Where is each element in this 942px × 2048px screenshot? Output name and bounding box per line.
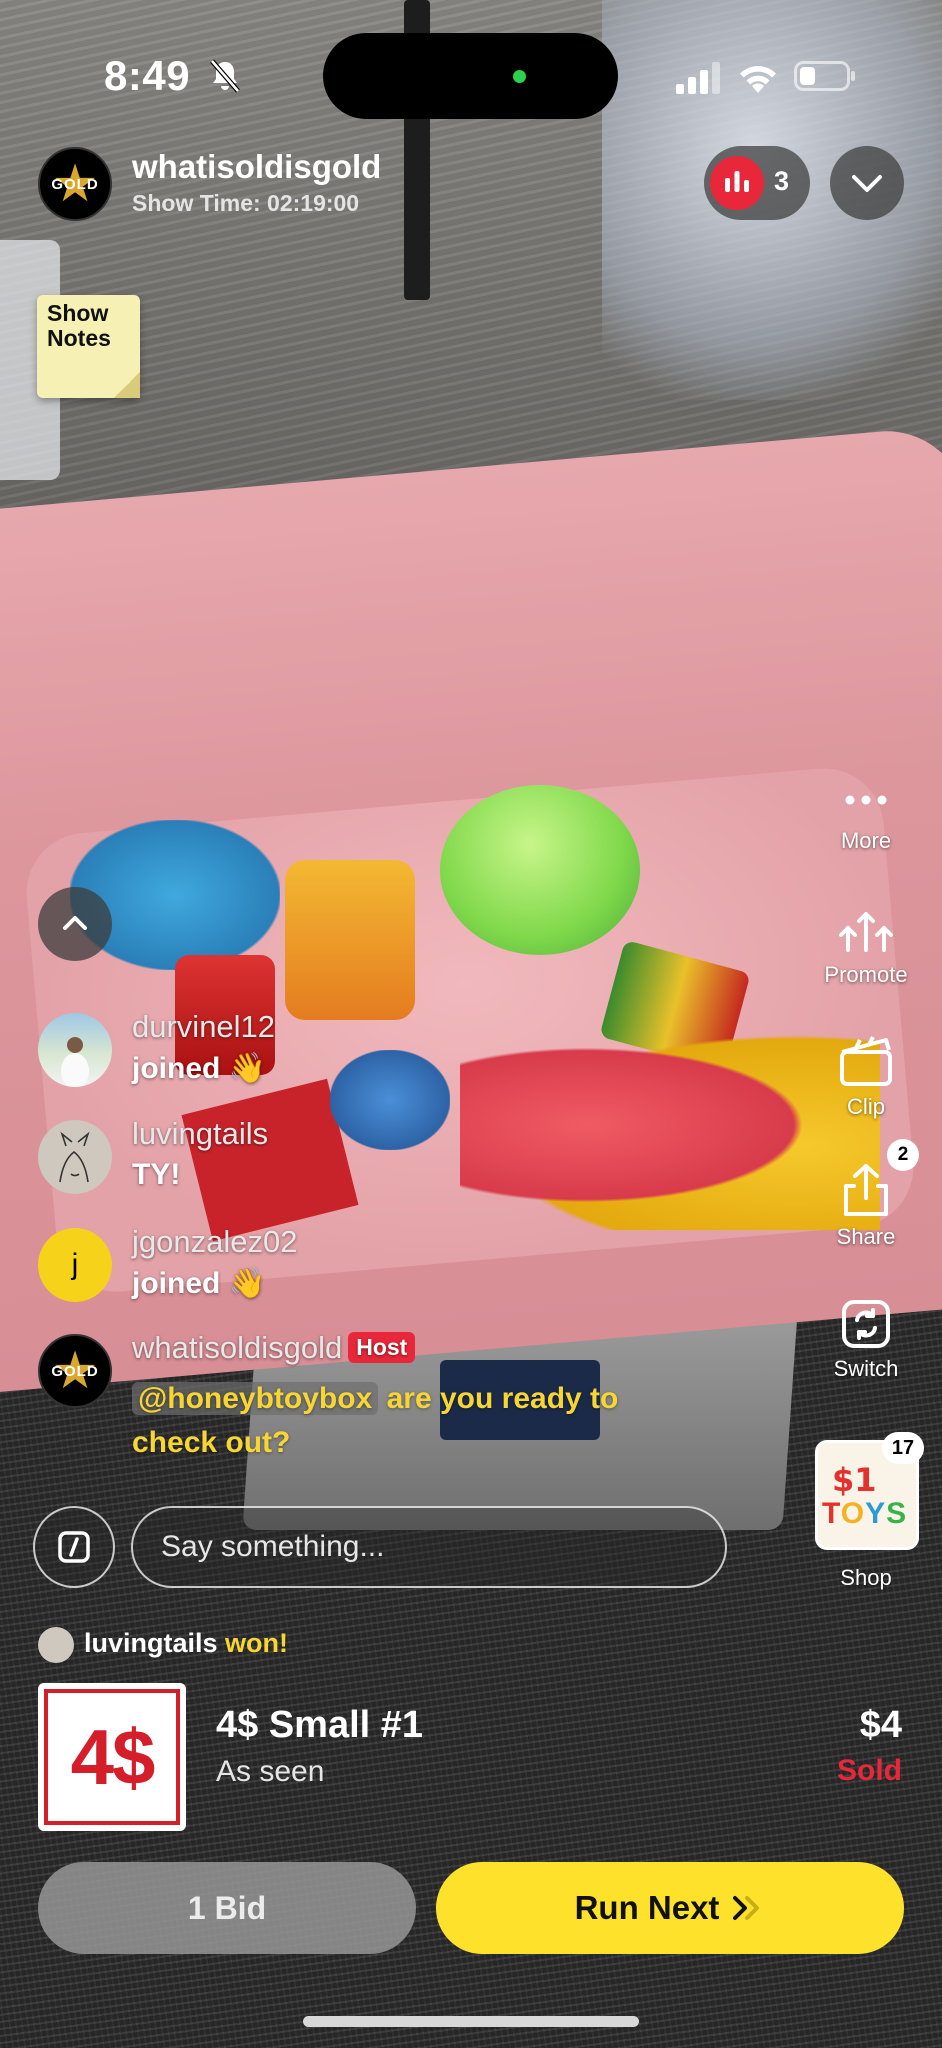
battery-icon	[794, 61, 855, 91]
share-count-badge: 2	[887, 1139, 919, 1171]
clip-label: Clip	[847, 1094, 885, 1119]
command-button[interactable]	[33, 1506, 115, 1588]
chat-username[interactable]: durvinel12	[132, 1009, 275, 1045]
more-button[interactable]: More	[811, 786, 921, 854]
sticky-note-fold	[114, 372, 140, 398]
run-next-button[interactable]: Run Next	[436, 1862, 904, 1954]
product-thumbnail[interactable]: 4$	[38, 1683, 186, 1831]
wifi-icon	[740, 66, 776, 93]
product-price: $4	[859, 1704, 902, 1746]
camera-in-use-dot	[513, 70, 526, 83]
more-label: More	[840, 828, 892, 853]
status-time: 8:49	[104, 52, 191, 99]
slash-command-icon	[58, 1531, 90, 1563]
winner-text: luvingtails won!	[84, 1628, 288, 1659]
shop-thumb-price: $1	[832, 1461, 877, 1499]
bell-off-icon	[210, 59, 240, 93]
show-time: Show Time: 02:19:00	[132, 190, 360, 216]
mention-link[interactable]: @honeybtoybox	[132, 1382, 379, 1415]
status-bar: 8:49	[0, 0, 942, 150]
switch-label: Switch	[833, 1356, 899, 1381]
chevron-down-icon	[852, 175, 882, 192]
chat-input[interactable]	[131, 1506, 727, 1588]
chat-text: joined 👋	[132, 1052, 267, 1085]
toy-blue-figure	[330, 1050, 450, 1150]
viewer-count: 3	[774, 166, 790, 196]
host-avatar-text: GOLD	[51, 1362, 99, 1380]
product-subtitle: As seen	[216, 1755, 325, 1788]
chevron-up-icon	[63, 916, 87, 930]
shop-thumb-title: TOYS	[822, 1497, 908, 1530]
host-badge: Host	[348, 1332, 416, 1363]
host-avatar[interactable]: ★ GOLD	[38, 147, 112, 221]
chat-text: joined 👋	[132, 1267, 267, 1300]
toy-green-apple	[440, 785, 640, 955]
chat-username: whatisoldisgold Host	[132, 1330, 416, 1366]
won-label: won!	[225, 1628, 289, 1658]
toy-orange-figure	[285, 860, 415, 1020]
cellular-signal-icon	[676, 62, 720, 94]
chat-text: TY!	[132, 1158, 181, 1191]
show-notes-button[interactable]: Show Notes	[37, 295, 140, 398]
chat-username[interactable]: jgonzalez02	[132, 1224, 297, 1260]
host-avatar-text: GOLD	[51, 175, 99, 193]
promote-label: Promote	[824, 962, 908, 987]
winner-username[interactable]: luvingtails	[84, 1628, 218, 1658]
winner-avatar[interactable]	[38, 1627, 74, 1663]
promote-arrows-icon	[839, 912, 893, 952]
switch-camera-icon	[842, 1300, 890, 1348]
product-thumbnail-text: 4$	[44, 1689, 180, 1825]
bid-count-button[interactable]: 1 Bid	[38, 1862, 416, 1954]
clapperboard-icon	[840, 1036, 892, 1086]
dynamic-island	[323, 33, 618, 119]
sold-status: Sold	[837, 1754, 902, 1787]
host-chat-username[interactable]: whatisoldisgold	[132, 1330, 342, 1365]
share-icon	[844, 1164, 888, 1216]
show-notes-label: Show Notes	[47, 300, 111, 351]
product-title: 4$ Small #1	[216, 1704, 424, 1746]
clip-button[interactable]: Clip	[811, 1034, 921, 1120]
more-dots-icon	[845, 795, 887, 805]
promote-button[interactable]: Promote	[811, 906, 921, 988]
share-button[interactable]: Share	[811, 1162, 921, 1250]
double-chevron-right-icon	[733, 1896, 760, 1920]
expand-chat-button[interactable]	[38, 887, 112, 961]
host-chat-avatar[interactable]: ★ GOLD	[38, 1334, 112, 1408]
user-avatar[interactable]	[38, 1013, 112, 1087]
shop-count-badge: 17	[882, 1432, 924, 1464]
host-chat-text: @honeybtoybox are you ready to check out…	[132, 1377, 692, 1465]
host-name[interactable]: whatisoldisgold	[132, 148, 381, 186]
minimize-button[interactable]	[830, 146, 904, 220]
user-avatar[interactable]	[38, 1120, 112, 1194]
viewer-count-button[interactable]: 3	[704, 146, 810, 220]
user-avatar[interactable]: j	[38, 1228, 112, 1302]
run-next-label: Run Next	[574, 1889, 720, 1926]
live-bars-icon	[710, 156, 764, 210]
share-label: Share	[836, 1224, 896, 1249]
home-indicator[interactable]	[303, 2016, 639, 2027]
switch-button[interactable]: Switch	[811, 1298, 921, 1382]
shop-label[interactable]: Shop	[811, 1565, 921, 1591]
chat-username[interactable]: luvingtails	[132, 1116, 268, 1152]
